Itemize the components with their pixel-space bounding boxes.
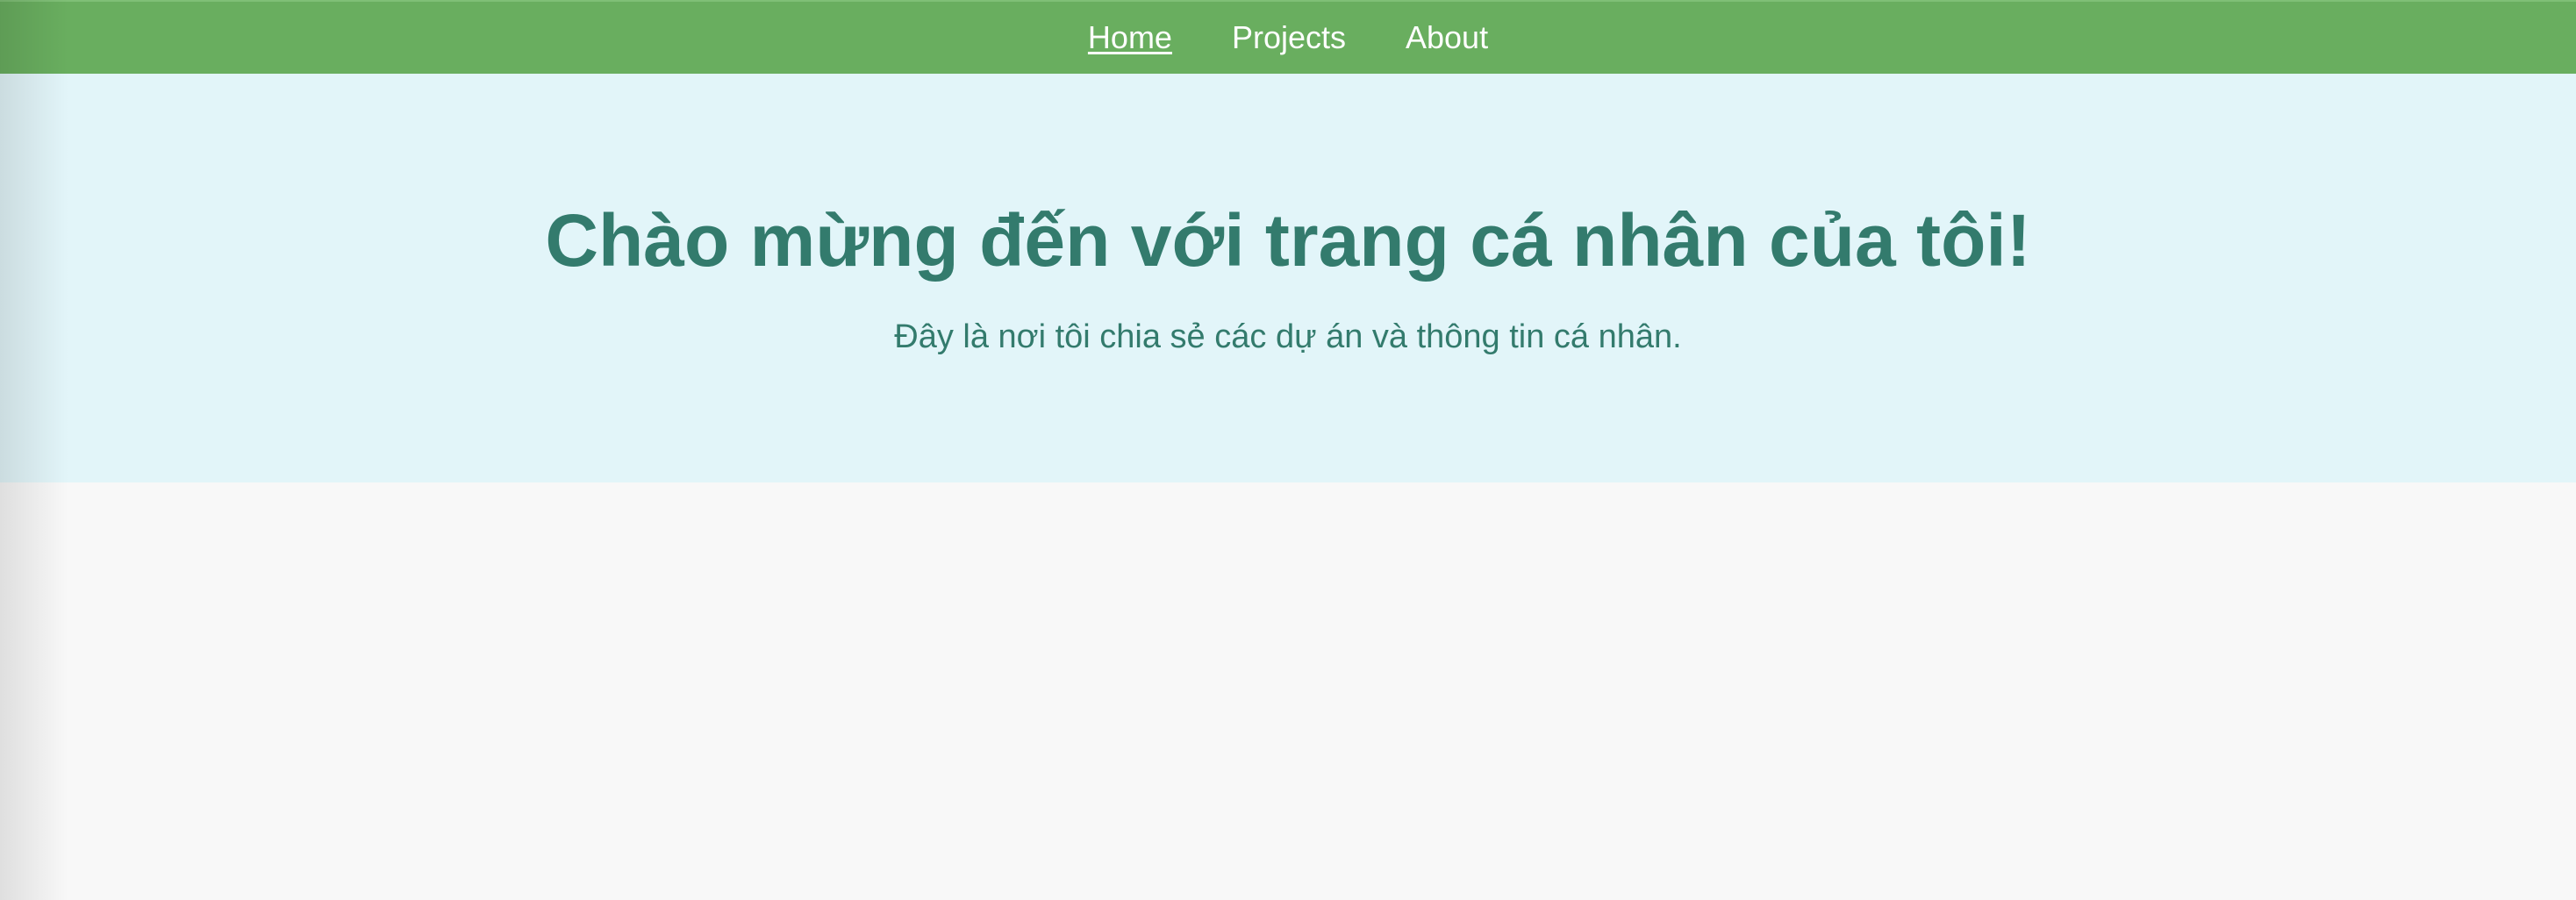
- nav-link-home[interactable]: Home: [1088, 22, 1172, 54]
- page: Home Projects About Chào mừng đến với tr…: [0, 0, 2576, 900]
- hero-banner: Chào mừng đến với trang cá nhân của tôi!…: [0, 74, 2576, 482]
- top-navigation-bar: Home Projects About: [0, 0, 2576, 74]
- hero-title: Chào mừng đến với trang cá nhân của tôi!: [545, 199, 2031, 282]
- nav-link-projects[interactable]: Projects: [1232, 22, 1346, 54]
- nav-link-about[interactable]: About: [1406, 22, 1488, 54]
- hero-subtitle: Đây là nơi tôi chia sẻ các dự án và thôn…: [894, 318, 1682, 355]
